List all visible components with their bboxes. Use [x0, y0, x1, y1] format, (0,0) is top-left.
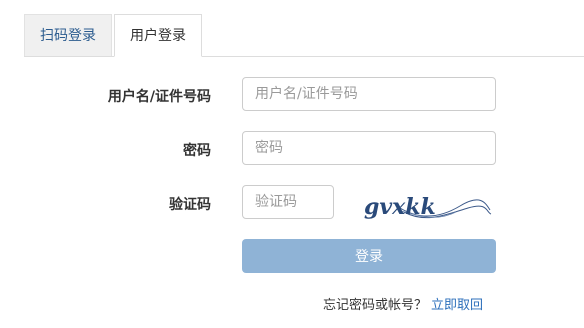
- recover-link[interactable]: 立即取回: [431, 298, 483, 313]
- captcha-label: 验证码: [169, 197, 211, 213]
- captcha-text: gvxkk: [364, 194, 436, 220]
- password-label: 密码: [183, 143, 211, 159]
- tab-qr-login[interactable]: 扫码登录: [24, 14, 112, 56]
- forgot-row: 忘记密码或帐号？ 立即取回: [323, 294, 483, 313]
- login-button[interactable]: 登录: [242, 239, 496, 273]
- login-tabs: 扫码登录 用户登录: [24, 14, 584, 57]
- username-input[interactable]: [242, 77, 496, 111]
- forgot-text: 忘记密码或帐号？: [323, 298, 428, 313]
- captcha-image[interactable]: gvxkk: [360, 188, 492, 222]
- tab-user-login[interactable]: 用户登录: [114, 14, 202, 57]
- password-input[interactable]: [242, 131, 496, 165]
- username-label: 用户名/证件号码: [107, 89, 211, 105]
- captcha-input[interactable]: [242, 185, 334, 219]
